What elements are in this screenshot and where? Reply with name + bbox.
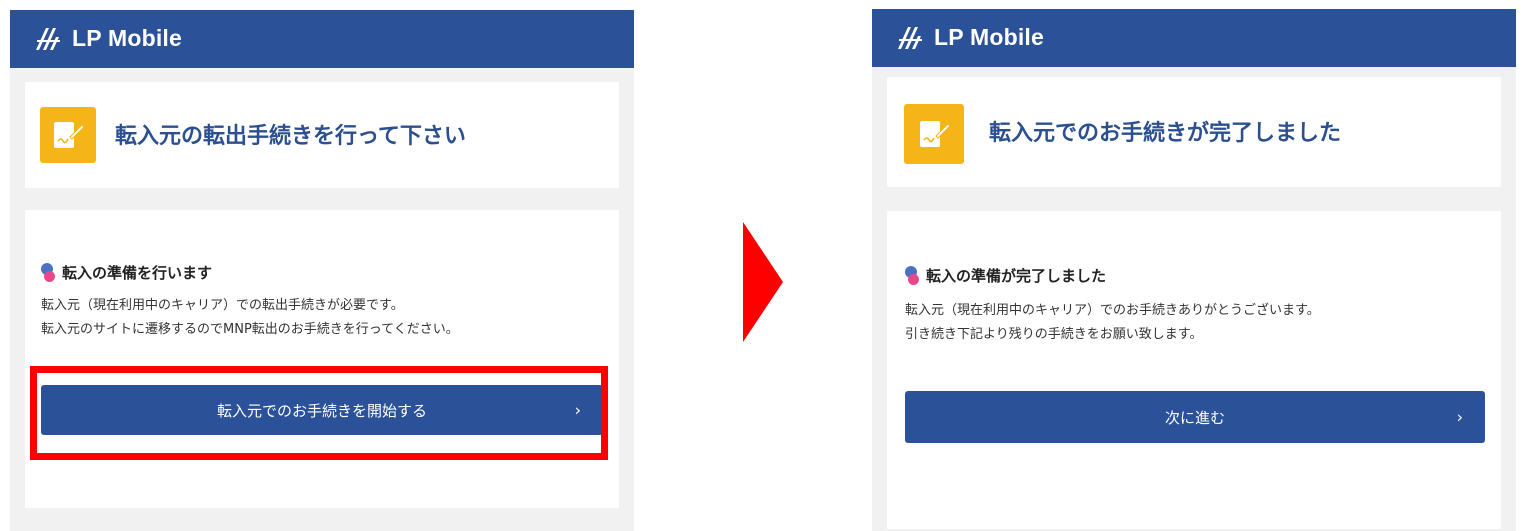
brand-logo: LP Mobile (34, 22, 182, 54)
form-badge (904, 104, 964, 164)
button-label: 次に進む (1164, 408, 1225, 427)
section-title: 転入の準備が完了しました (926, 267, 1107, 285)
section-header: 転入の準備を行います (41, 262, 212, 283)
app-header: LP Mobile (872, 9, 1516, 67)
next-button[interactable]: 次に進む › (905, 391, 1485, 443)
section-header: 転入の準備が完了しました (905, 265, 1106, 286)
title-card: 転入元でのお手続きが完了しました (887, 77, 1501, 187)
arrow-right-icon (743, 222, 783, 342)
highlight-box (30, 366, 608, 460)
content-card: 転入の準備を行います 転入元（現在利用中のキャリア）での転出手続きが必要です。 … (25, 210, 619, 508)
bullet-icon (905, 265, 919, 286)
description: 転入元（現在利用中のキャリア）でのお手続きありがとうございます。 引き続き下記よ… (905, 299, 1320, 347)
description-line: 転入元のサイトに遷移するのでMNP転出のお手続きを行ってください。 (41, 322, 459, 337)
logo-icon (36, 28, 60, 50)
description: 転入元（現在利用中のキャリア）での転出手続きが必要です。 転入元のサイトに遷移す… (41, 294, 459, 342)
page-title: 転入元の転出手続きを行って下さい (115, 124, 466, 149)
brand-name: LP Mobile (72, 24, 182, 51)
form-badge (40, 107, 96, 163)
app-header: LP Mobile (10, 10, 634, 68)
description-line: 引き続き下記より残りの手続きをお願い致します。 (905, 327, 1203, 342)
document-edit-icon (920, 121, 951, 147)
title-card: 転入元の転出手続きを行って下さい (25, 82, 619, 188)
document-edit-icon (54, 122, 85, 148)
page-title: 転入元でのお手続きが完了しました (989, 121, 1342, 146)
chevron-right-icon: › (1456, 407, 1463, 427)
description-line: 転入元（現在利用中のキャリア）での転出手続きが必要です。 (41, 298, 404, 313)
content-card: 転入の準備が完了しました 転入元（現在利用中のキャリア）でのお手続きありがとうご… (887, 211, 1501, 529)
brand-logo: LP Mobile (896, 21, 1044, 53)
bullet-icon (41, 262, 55, 283)
screen-after: LP Mobile 転入元でのお手続きが完了しました 転入の準備が完了しました … (872, 9, 1516, 531)
description-line: 転入元（現在利用中のキャリア）でのお手続きありがとうございます。 (905, 303, 1320, 318)
brand-name: LP Mobile (934, 23, 1044, 50)
logo-icon (898, 27, 922, 49)
section-title: 転入の準備を行います (62, 264, 213, 282)
